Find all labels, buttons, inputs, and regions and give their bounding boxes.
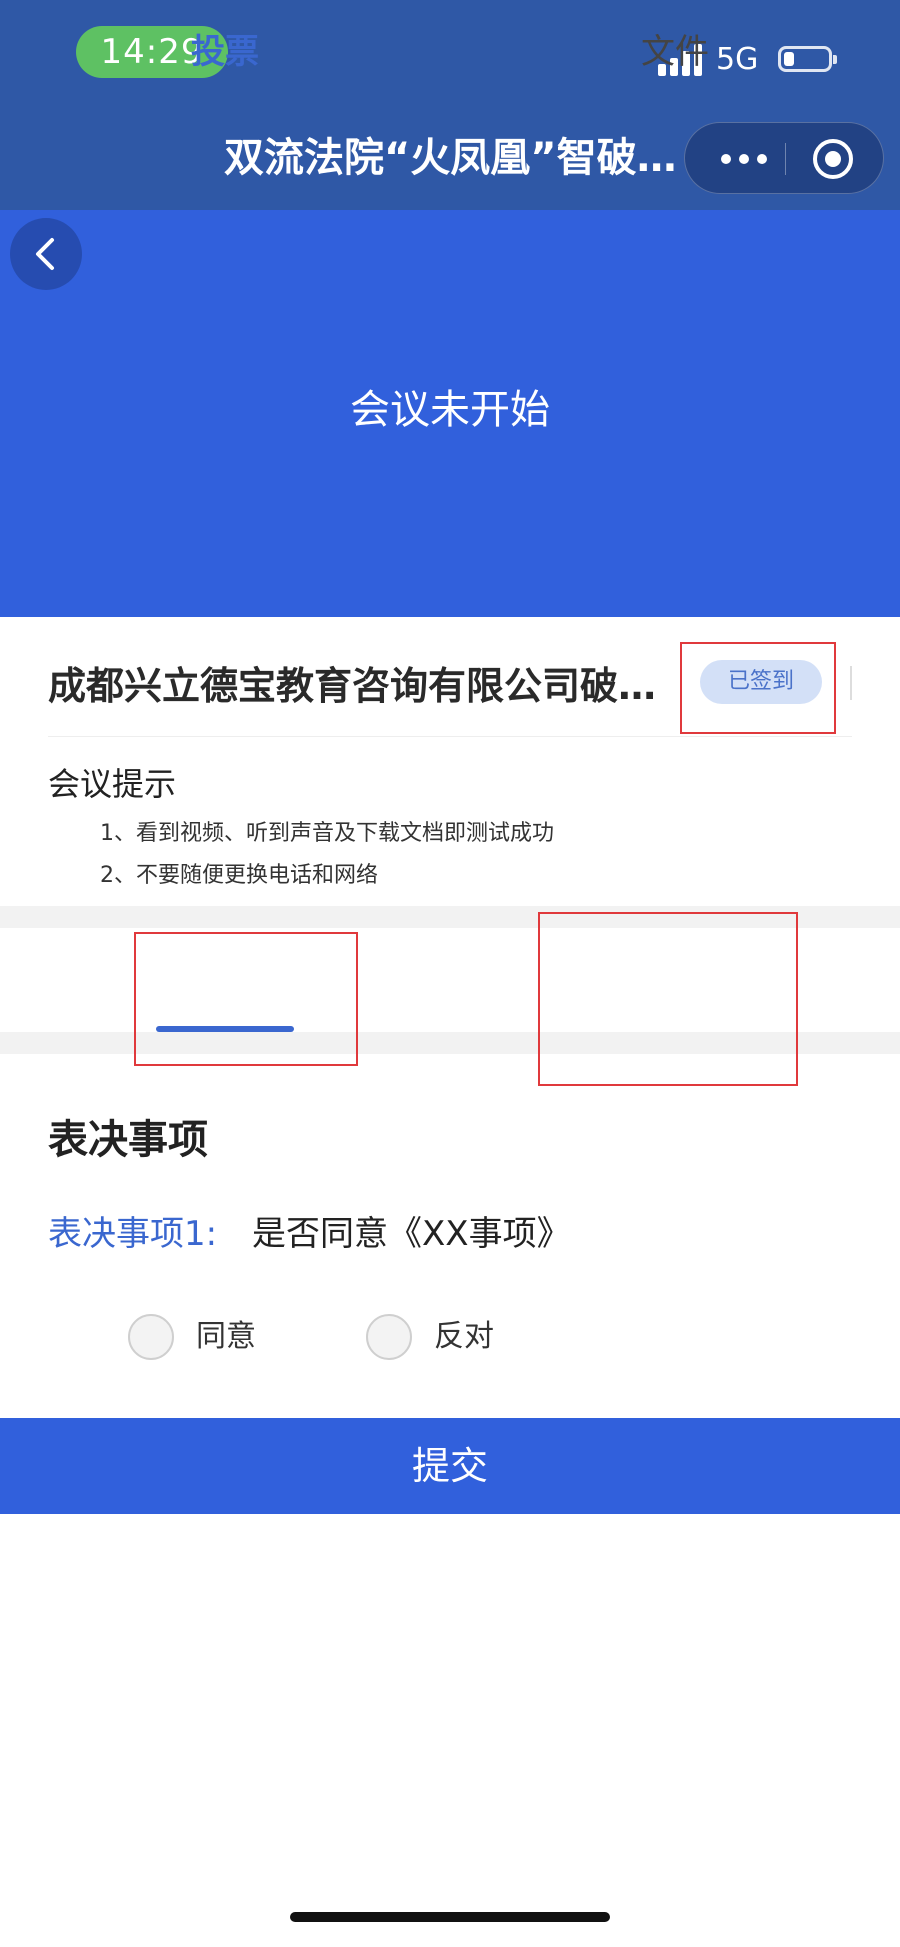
tab-files[interactable]: 文件 [600,0,750,104]
radio-oppose-label[interactable]: 反对 [434,1314,494,1360]
back-button[interactable] [10,218,82,290]
vote-item-text: 是否同意《XX事项》 [252,1214,571,1254]
back-arrow-icon [36,238,54,270]
edge-divider [850,666,852,700]
radio-agree-label[interactable]: 同意 [196,1314,256,1360]
target-icon[interactable] [813,139,853,179]
home-indicator[interactable] [290,1912,610,1922]
tab-vote[interactable]: 投票 [150,0,300,104]
annotation-box-files-tab [538,912,798,1086]
submit-button[interactable]: 提交 [0,1418,900,1514]
info-divider [48,736,852,737]
vote-item-label: 表决事项1: [48,1214,218,1254]
annotation-box-vote-tab [134,932,358,1066]
radio-agree[interactable] [128,1314,174,1360]
battery-icon [778,46,837,72]
app-title: 双流法院“火凤凰”智破… [224,135,677,181]
tips-title: 会议提示 [48,765,177,803]
meeting-status: 会议未开始 [350,387,550,433]
mini-program-capsule [684,122,884,194]
meeting-name: 成都兴立德宝教育咨询有限公司破… [48,664,657,708]
annotation-box-checkin [680,642,836,734]
capsule-divider [785,143,786,175]
section-title: 表决事项 [48,1117,208,1163]
tip-item: 2、不要随便更换电话和网络 [100,863,378,888]
radio-oppose[interactable] [366,1314,412,1360]
more-icon[interactable] [715,123,775,195]
tip-item: 1、看到视频、听到声音及下载文档即测试成功 [100,821,554,846]
